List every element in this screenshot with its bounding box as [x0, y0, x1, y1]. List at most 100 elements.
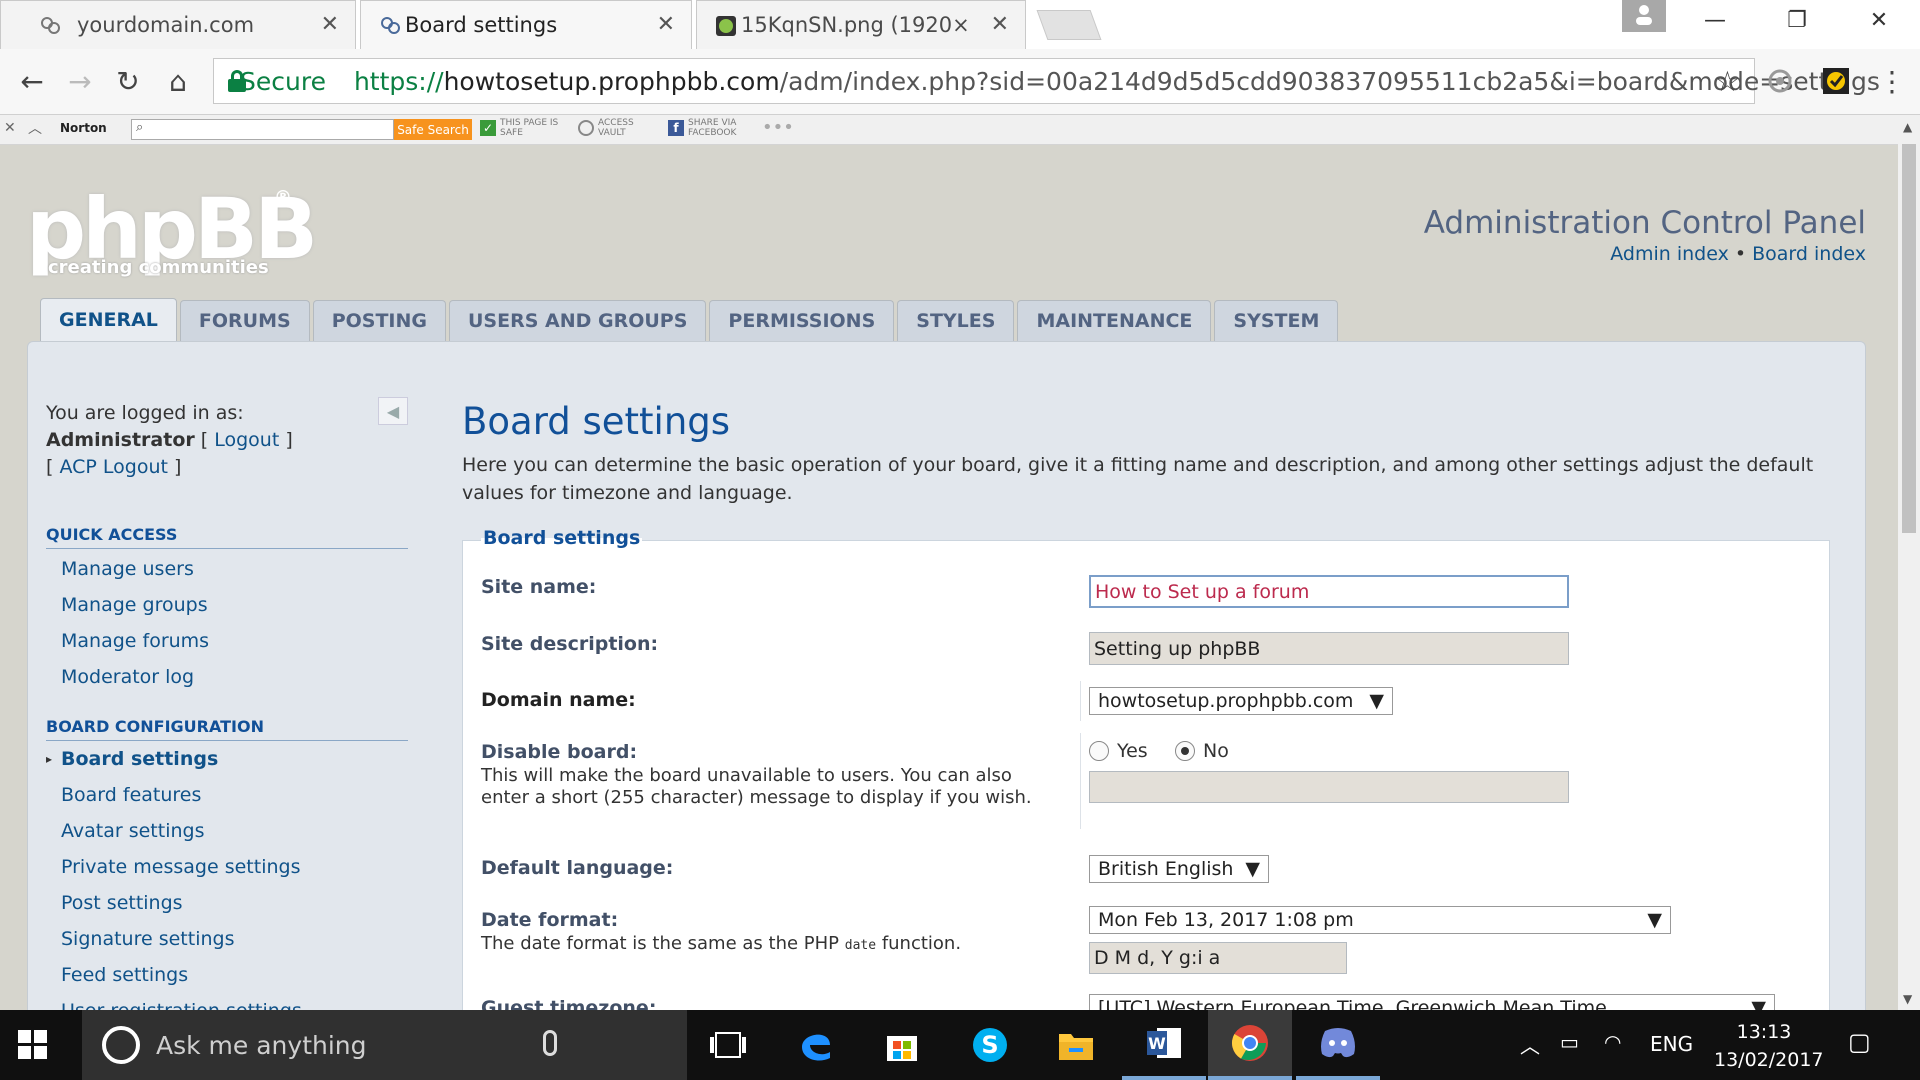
minimize-icon[interactable]: —: [1692, 8, 1738, 33]
collapse-sidebar-icon[interactable]: ◀: [378, 397, 408, 425]
current-arrow-icon: ▸: [46, 752, 53, 766]
page-safe-item[interactable]: ✓ THIS PAGE IS SAFE: [480, 118, 560, 138]
login-info: You are logged in as: Administrator [ Lo…: [46, 402, 293, 478]
site-name-input[interactable]: How to Set up a forum: [1089, 575, 1569, 608]
clock[interactable]: 13:13 13/02/2017: [1714, 1018, 1824, 1074]
microphone-icon[interactable]: [543, 1030, 557, 1056]
battery-icon[interactable]: ▭: [1560, 1030, 1579, 1054]
date-format-select[interactable]: Mon Feb 13, 2017 1:08 pm ▼: [1089, 906, 1671, 934]
sidebar-item-feed-settings[interactable]: Feed settings: [61, 957, 408, 993]
page-description: Here you can determine the basic operati…: [462, 454, 1814, 504]
windows-start-icon[interactable]: [18, 1030, 48, 1060]
more-icon[interactable]: •••: [762, 117, 794, 138]
scroll-up-icon[interactable]: ▲: [1903, 120, 1912, 134]
skype-icon[interactable]: S: [948, 1010, 1032, 1080]
close-window-icon[interactable]: ✕: [1856, 8, 1902, 33]
discord-icon[interactable]: [1296, 1010, 1380, 1080]
store-icon[interactable]: [860, 1010, 944, 1080]
share-facebook-item[interactable]: f SHARE VIA FACEBOOK: [668, 118, 748, 138]
language-indicator[interactable]: ENG: [1650, 1032, 1693, 1056]
tab-maintenance[interactable]: MAINTENANCE: [1017, 300, 1212, 341]
tab-styles[interactable]: STYLES: [897, 300, 1015, 341]
page-scrollbar[interactable]: ▲ ▼: [1898, 116, 1920, 1010]
tab-permissions[interactable]: PERMISSIONS: [709, 300, 895, 341]
dropdown-arrow-icon: ▼: [1369, 690, 1384, 712]
access-vault-item[interactable]: ACCESS VAULT: [578, 118, 638, 138]
close-tab-icon[interactable]: ✕: [991, 12, 1009, 37]
acp-logout-link[interactable]: ACP Logout: [59, 456, 167, 478]
admin-index-link[interactable]: Admin index: [1610, 243, 1729, 265]
board-config-heading: BOARD CONFIGURATION: [46, 717, 408, 741]
restore-icon[interactable]: ❐: [1774, 8, 1820, 33]
dropdown-arrow-icon: ▼: [1751, 997, 1766, 1010]
tray-chevron-icon[interactable]: ︿: [1520, 1030, 1540, 1059]
address-bar[interactable]: Secure https:// howtosetup.prophpbb.com …: [213, 58, 1880, 104]
close-tab-icon[interactable]: ✕: [657, 12, 675, 37]
wifi-icon[interactable]: ◠: [1604, 1030, 1621, 1054]
tab-users-and-groups[interactable]: USERS AND GROUPS: [448, 300, 707, 341]
back-arrow-icon[interactable]: ←: [14, 63, 50, 99]
norton-extension-icon[interactable]: [1818, 63, 1854, 99]
notifications-icon[interactable]: ▢: [1848, 1028, 1871, 1056]
extension-icon[interactable]: [1762, 63, 1798, 99]
sidebar-item-pm-settings[interactable]: Private message settings: [61, 849, 408, 885]
sidebar-item-user-registration[interactable]: User registration settings: [61, 993, 408, 1010]
reload-icon[interactable]: ↻: [110, 63, 146, 99]
tab-system[interactable]: SYSTEM: [1214, 300, 1339, 341]
bookmark-star-icon[interactable]: ☆: [1715, 65, 1740, 98]
scroll-thumb[interactable]: [1902, 144, 1916, 533]
file-explorer-icon[interactable]: [1034, 1010, 1118, 1080]
sidebar-item-avatar-settings[interactable]: Avatar settings: [61, 813, 408, 849]
close-toolbar-icon[interactable]: ✕: [4, 120, 16, 136]
norton-toolbar: ✕ ︿ Norton ⌕ Safe Search ✓ THIS PAGE IS …: [0, 115, 1920, 145]
scroll-down-icon[interactable]: ▼: [1903, 992, 1912, 1006]
collapse-toolbar-icon[interactable]: ︿: [28, 118, 42, 138]
tab-general[interactable]: GENERAL: [40, 298, 177, 341]
tab-forums[interactable]: FORUMS: [179, 300, 310, 341]
board-index-link[interactable]: Board index: [1752, 243, 1866, 265]
disable-yes-radio[interactable]: Yes: [1089, 740, 1148, 762]
sidebar-item-moderator-log[interactable]: Moderator log: [61, 659, 408, 695]
browser-tab-yourdomain[interactable]: yourdomain.com ✕: [0, 0, 356, 49]
safe-search-button[interactable]: Safe Search: [394, 119, 472, 140]
sidebar-item-post-settings[interactable]: Post settings: [61, 885, 408, 921]
disable-no-radio[interactable]: No: [1175, 740, 1229, 762]
tab-posting[interactable]: POSTING: [312, 300, 446, 341]
sidebar-item-board-features[interactable]: Board features: [61, 777, 408, 813]
word-icon[interactable]: W: [1122, 1010, 1206, 1080]
cortana-search-box[interactable]: Ask me anything: [82, 1010, 687, 1080]
url-scheme: https://: [353, 66, 444, 96]
domain-select[interactable]: howtosetup.prophpbb.com ▼: [1089, 687, 1393, 715]
quick-access-heading: QUICK ACCESS: [46, 525, 408, 549]
browser-tab-board-settings[interactable]: Board settings ✕: [360, 0, 692, 49]
acp-tabs: GENERAL FORUMS POSTING USERS AND GROUPS …: [40, 298, 1339, 341]
user-profile-icon[interactable]: [1622, 0, 1666, 32]
norton-logo: Norton: [60, 121, 107, 135]
phpbb-favicon-icon: [39, 15, 61, 37]
phpbb-logo[interactable]: phpBB creating communities ®: [26, 187, 318, 278]
chrome-icon[interactable]: [1208, 1010, 1292, 1080]
guest-timezone-select[interactable]: [UTC] Western European Time, Greenwich M…: [1089, 994, 1775, 1010]
forward-arrow-icon[interactable]: →: [62, 63, 98, 99]
sidebar-item-signature-settings[interactable]: Signature settings: [61, 921, 408, 957]
registered-icon: ®: [274, 187, 292, 208]
language-select[interactable]: British English ▼: [1089, 855, 1269, 883]
sidebar-item-manage-forums[interactable]: Manage forums: [61, 623, 408, 659]
date-format-input[interactable]: D M d, Y g:i a: [1089, 942, 1347, 974]
task-view-icon[interactable]: [686, 1010, 770, 1080]
home-icon[interactable]: ⌂: [160, 63, 196, 99]
browser-tab-image[interactable]: 15KqnSN.png (1920×1080) ✕: [696, 0, 1026, 49]
logout-link[interactable]: Logout: [214, 429, 279, 451]
close-tab-icon[interactable]: ✕: [321, 12, 339, 37]
radio-icon: [1089, 741, 1109, 761]
sidebar-item-board-settings[interactable]: ▸ Board settings: [46, 741, 408, 777]
menu-dots-icon[interactable]: ⋮: [1874, 63, 1910, 99]
header-links: Admin index • Board index: [1610, 243, 1866, 265]
disable-message-input[interactable]: [1089, 771, 1569, 803]
sidebar-item-manage-users[interactable]: Manage users: [61, 551, 408, 587]
new-tab-button[interactable]: [1036, 10, 1102, 40]
norton-search-input[interactable]: ⌕: [131, 119, 394, 140]
sidebar-item-manage-groups[interactable]: Manage groups: [61, 587, 408, 623]
site-description-input[interactable]: Setting up phpBB: [1089, 632, 1569, 665]
edge-browser-icon[interactable]: [774, 1010, 858, 1080]
